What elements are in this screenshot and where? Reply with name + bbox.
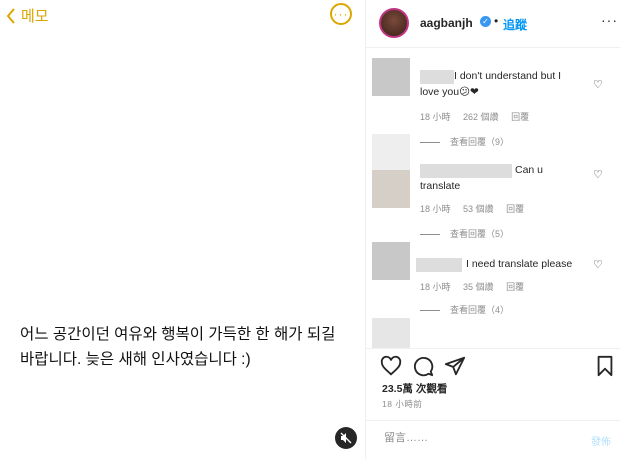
- memo-note-text: 어느 공간이던 여유와 행복이 가득한 한 해가 되길 바랍니다. 늦은 새해 …: [20, 322, 360, 372]
- comment-meta: 18 小時 35 個讚 回覆: [420, 280, 534, 293]
- commenter-avatar[interactable]: [372, 242, 410, 280]
- avatar[interactable]: [379, 8, 409, 38]
- like-comment-heart-icon[interactable]: ♡: [593, 78, 603, 91]
- separator-dot: •: [494, 14, 499, 28]
- comment-button[interactable]: [412, 355, 434, 377]
- blurred-username: [420, 164, 512, 178]
- comment-list: I don't understand but I love you😕❤ ♡ 18…: [366, 48, 620, 348]
- comment-input[interactable]: [382, 431, 576, 445]
- post-panel: aagbanjh ✓ • 追蹤 ··· I don't understand b…: [366, 0, 620, 459]
- post-comment-button[interactable]: 發佈: [591, 433, 611, 448]
- reply-button[interactable]: 回覆: [511, 112, 529, 122]
- post-header: aagbanjh ✓ • 追蹤 ···: [366, 0, 620, 48]
- view-replies-label: 查看回覆（5）: [450, 229, 510, 239]
- view-count[interactable]: 23.5萬 次觀看: [382, 381, 447, 396]
- bookmark-icon: [597, 355, 613, 377]
- comment-text-line1: I need translate please: [466, 258, 573, 270]
- reply-button[interactable]: 回覆: [506, 204, 524, 214]
- save-button[interactable]: [595, 355, 617, 377]
- view-replies-label: 查看回覆（9）: [450, 137, 510, 147]
- replies-line: [420, 142, 440, 144]
- comment-item: Can u translate ♡ 18 小時 53 個讚 回覆 查看回覆（5）: [366, 160, 620, 250]
- view-replies-button[interactable]: 查看回覆（4）: [420, 303, 509, 316]
- view-replies-button[interactable]: 查看回覆（5）: [420, 227, 509, 240]
- memo-back-label: 메모: [21, 8, 49, 25]
- blurred-username: [416, 258, 462, 272]
- verified-badge-icon: ✓: [480, 16, 491, 27]
- memo-more-icon[interactable]: ···: [330, 3, 352, 25]
- comment-text-line1: Can u: [515, 164, 544, 176]
- replies-line: [420, 234, 440, 236]
- share-button[interactable]: [444, 355, 466, 377]
- comment-time: 18 小時: [420, 112, 451, 122]
- chevron-left-icon: [6, 7, 15, 24]
- blurred-username: [420, 70, 454, 84]
- mute-button[interactable]: [335, 427, 357, 449]
- commenter-avatar[interactable]: [372, 318, 410, 348]
- like-comment-heart-icon[interactable]: ♡: [593, 258, 603, 271]
- post-timestamp[interactable]: 18 小時前: [382, 398, 422, 410]
- like-comment-heart-icon[interactable]: ♡: [593, 168, 603, 181]
- comment-form: 發佈: [366, 420, 620, 459]
- note-line-2: 바랍니다. 늦은 새해 인사였습니다 :): [20, 351, 251, 368]
- comment-meta: 18 小時 53 個讚 回覆: [420, 202, 534, 215]
- commenter-avatar[interactable]: [372, 58, 410, 96]
- username-link[interactable]: aagbanjh: [420, 16, 473, 30]
- follow-button[interactable]: 追蹤: [503, 16, 527, 33]
- comment-likes[interactable]: 35 個讚: [463, 282, 494, 292]
- speaker-muted-icon: [340, 432, 352, 444]
- view-replies-button[interactable]: 查看回覆（9）: [420, 135, 509, 148]
- paper-plane-icon: [444, 356, 466, 376]
- comment-text-line2: love you😕❤: [420, 86, 479, 98]
- comment-time: 18 小時: [420, 204, 451, 214]
- reply-button[interactable]: 回覆: [506, 282, 524, 292]
- like-button[interactable]: [380, 355, 402, 377]
- heart-icon: [380, 355, 402, 376]
- comment-meta: 18 小時 262 個讚 回覆: [420, 110, 539, 123]
- more-options-icon[interactable]: ···: [601, 12, 618, 28]
- note-line-1: 어느 공간이던 여유와 행복이 가득한 한 해가 되길: [20, 326, 336, 343]
- comment-text-line2: translate: [420, 180, 461, 192]
- comment-item: I need translate please ♡ 18 小時 35 個讚 回覆…: [366, 242, 620, 322]
- commenter-avatar[interactable]: [372, 170, 410, 208]
- comment-likes[interactable]: 53 個讚: [463, 204, 494, 214]
- comment-time: 18 小時: [420, 282, 451, 292]
- comment-likes[interactable]: 262 個讚: [463, 112, 499, 122]
- comment-icon: [414, 357, 434, 377]
- replies-line: [420, 310, 440, 312]
- view-replies-label: 查看回覆（4）: [450, 305, 510, 315]
- story-image: 메모 ··· 어느 공간이던 여유와 행복이 가득한 한 해가 되길 바랍니다.…: [0, 0, 365, 459]
- memo-back-button[interactable]: 메모: [6, 5, 49, 26]
